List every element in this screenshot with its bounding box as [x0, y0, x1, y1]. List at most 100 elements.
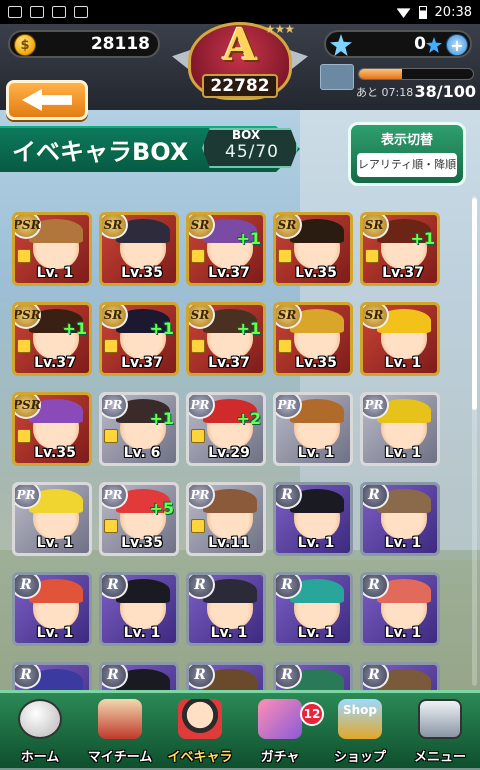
team-players-icon: [98, 699, 142, 739]
character-card[interactable]: SR Lv.35: [273, 212, 353, 286]
stamina-count: 38/100: [414, 82, 476, 101]
nav-eventchara[interactable]: イベキャラ: [160, 697, 240, 769]
nav-home-label: ホーム: [20, 750, 60, 765]
character-card[interactable]: SR Lv. 1: [360, 302, 440, 376]
rank-stars-icon: ★★★: [264, 22, 295, 36]
bottom-navigation: ホーム マイチーム イベキャラ ガチャ Shop ショップ メニュー: [0, 690, 480, 768]
display-toggle-button[interactable]: 表示切替 レアリティ順・降順: [348, 122, 466, 186]
character-card[interactable]: PR +5 Lv.35: [99, 482, 179, 556]
character-card[interactable]: SR Lv.35: [273, 302, 353, 376]
character-level: Lv. 1: [123, 625, 161, 641]
sort-order-label: レアリティ順・降順: [357, 153, 457, 177]
limit-break-count: +1: [410, 229, 435, 248]
character-card[interactable]: PR Lv. 1: [360, 392, 440, 466]
image-icon: [52, 6, 66, 18]
character-level: Lv.35: [34, 445, 76, 461]
character-card[interactable]: PR +2 Lv.29: [186, 392, 266, 466]
clock: 20:38: [434, 4, 472, 20]
character-card[interactable]: PSR Lv.35: [12, 392, 92, 466]
character-card[interactable]: PR Lv.11: [186, 482, 266, 556]
character-card[interactable]: R Lv. 1: [273, 572, 353, 646]
back-arrow-icon: [22, 89, 72, 111]
menu-notebook-icon: [418, 699, 462, 739]
nav-eventchara-label: イベキャラ: [167, 750, 233, 765]
character-card[interactable]: R Lv. 1: [12, 572, 92, 646]
character-card[interactable]: R Lv. 1: [99, 572, 179, 646]
character-level: Lv. 1: [384, 625, 422, 641]
character-card[interactable]: PR +1 Lv. 6: [99, 392, 179, 466]
nav-home[interactable]: ホーム: [0, 697, 80, 769]
coin-value: 28118: [90, 34, 150, 54]
limit-break-count: +1: [236, 319, 261, 338]
rank-score: 22782: [202, 74, 278, 98]
box-label: BOX: [232, 128, 261, 142]
lock-icon: [278, 249, 292, 263]
nav-menu[interactable]: メニュー: [400, 697, 480, 769]
lock-icon: [104, 429, 118, 443]
nav-myteam-label: マイチーム: [87, 750, 153, 765]
stamina-bar-fill: [359, 69, 403, 79]
character-level: Lv.29: [208, 445, 250, 461]
character-level: Lv. 1: [384, 355, 422, 371]
notification-icon: [8, 6, 22, 18]
character-card[interactable]: PSR Lv. 1: [12, 212, 92, 286]
page-title: イベキャラBOX: [12, 138, 189, 166]
character-level: Lv.35: [295, 355, 337, 371]
add-gems-button[interactable]: +: [446, 34, 468, 56]
toggle-title: 表示切替: [380, 133, 433, 148]
back-button[interactable]: [6, 80, 88, 120]
character-level: Lv.35: [121, 535, 163, 551]
stamina-meter: あと 07:18 38/100: [320, 62, 476, 106]
character-card[interactable]: PSR +1 Lv.37: [12, 302, 92, 376]
nav-shop[interactable]: Shop ショップ: [320, 697, 400, 769]
character-level: Lv.37: [208, 355, 250, 371]
lock-icon: [278, 339, 292, 353]
character-card[interactable]: PR Lv. 1: [273, 392, 353, 466]
character-level: Lv.35: [295, 265, 337, 281]
character-level: Lv. 1: [36, 625, 74, 641]
character-level: Lv. 1: [36, 265, 74, 281]
gacha-notification-badge: 12: [300, 702, 324, 726]
character-level: Lv. 1: [36, 535, 74, 551]
character-card[interactable]: SR +1 Lv.37: [99, 302, 179, 376]
battery-icon: [418, 5, 427, 19]
character-grid: PSR Lv. 1 SR Lv.35 SR +1 Lv.37 SR Lv.35 SR +1 Lv.37…: [12, 212, 462, 736]
character-card[interactable]: R Lv. 1: [360, 482, 440, 556]
stamina-bar: [358, 68, 474, 80]
coin-icon: $: [14, 34, 36, 56]
character-card[interactable]: SR +1 Lv.37: [186, 212, 266, 286]
character-level: Lv. 1: [384, 445, 422, 461]
character-level: Lv. 6: [123, 445, 161, 461]
character-level: Lv.37: [208, 265, 250, 281]
rank-emblem[interactable]: A ★★★ 22782: [168, 18, 312, 114]
lock-icon: [17, 249, 31, 263]
soccer-ball-icon: [18, 699, 62, 739]
gacha-icon: [258, 699, 302, 739]
character-level: Lv.11: [208, 535, 250, 551]
lock-icon: [17, 429, 31, 443]
sync-icon: [74, 6, 88, 18]
character-card[interactable]: R Lv. 1: [360, 572, 440, 646]
gem-value: 0: [414, 34, 426, 54]
lock-icon: [17, 339, 31, 353]
limit-break-count: +5: [149, 499, 174, 518]
scrollbar-thumb[interactable]: [472, 198, 477, 410]
star-gem-icon: [330, 34, 352, 56]
nav-myteam[interactable]: マイチーム: [80, 697, 160, 769]
character-card[interactable]: SR +1 Lv.37: [186, 302, 266, 376]
limit-break-count: +1: [62, 319, 87, 338]
character-card[interactable]: R Lv. 1: [273, 482, 353, 556]
character-card[interactable]: PR Lv. 1: [12, 482, 92, 556]
character-card[interactable]: SR Lv.35: [99, 212, 179, 286]
lock-icon: [191, 519, 205, 533]
character-card[interactable]: R Lv. 1: [186, 572, 266, 646]
character-level: Lv. 1: [384, 535, 422, 551]
limit-break-count: +2: [236, 409, 261, 428]
character-card[interactable]: SR +1 Lv.37: [360, 212, 440, 286]
stamina-icon: [320, 64, 354, 90]
nav-menu-label: メニュー: [413, 750, 466, 765]
lock-icon: [191, 249, 205, 263]
limit-break-count: +1: [149, 409, 174, 428]
limit-break-count: +1: [236, 229, 261, 248]
character-level: Lv.37: [121, 355, 163, 371]
